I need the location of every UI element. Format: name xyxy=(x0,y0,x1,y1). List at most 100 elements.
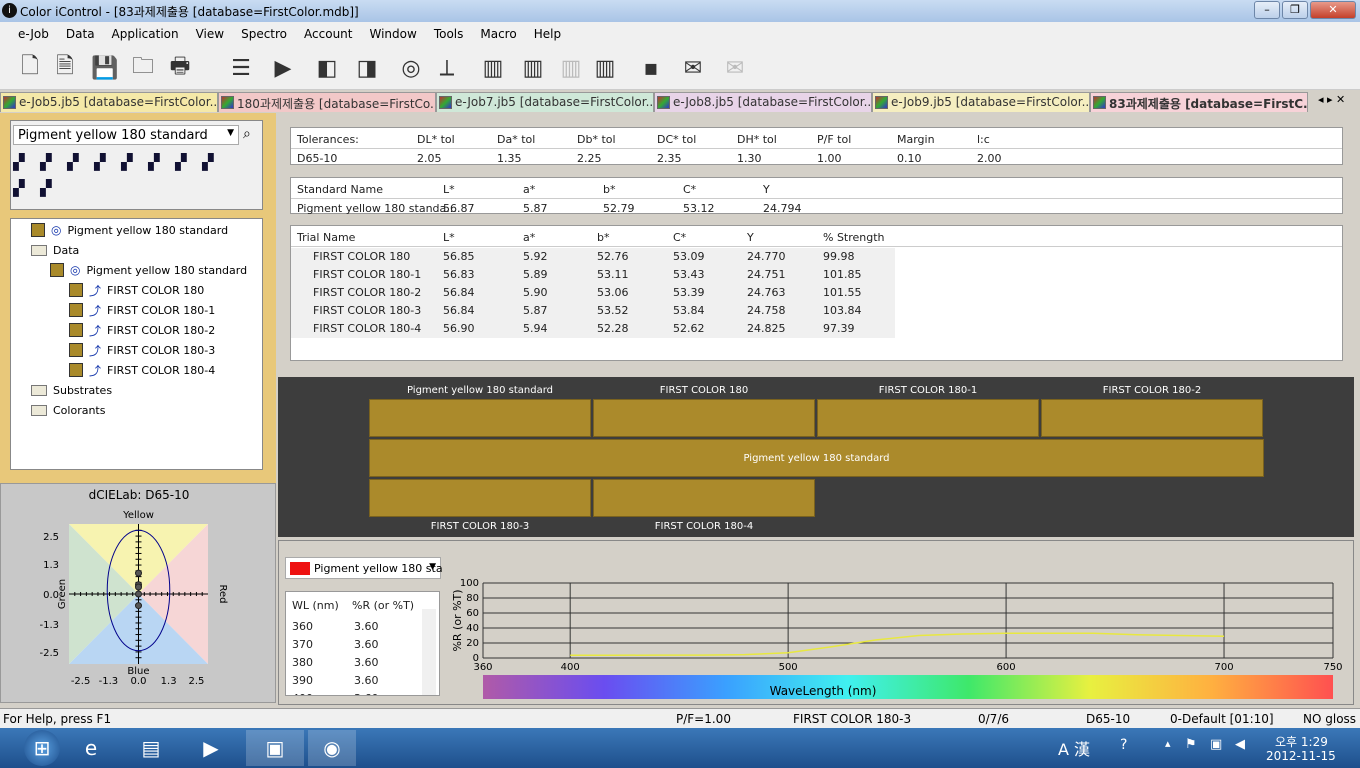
volume-icon[interactable]: ◀ xyxy=(1235,737,1245,752)
standard-dropdown[interactable]: Pigment yellow 180 standard ▼ xyxy=(13,125,239,145)
ie-icon[interactable]: e xyxy=(66,730,116,766)
menu-macro[interactable]: Macro xyxy=(480,27,516,41)
network-icon[interactable]: ▣ xyxy=(1210,737,1222,752)
target-measure-icon[interactable]: ◎ xyxy=(396,52,426,84)
media-player-icon[interactable]: ▶ xyxy=(186,730,236,766)
swatch-3[interactable] xyxy=(1041,399,1263,437)
folders-icon[interactable]: 🗀 xyxy=(128,52,158,84)
mail-icon[interactable]: ✉ xyxy=(678,52,708,84)
tree-item[interactable]: ⤴ FIRST COLOR 180-3 xyxy=(69,341,215,359)
column-header[interactable]: P/F tol xyxy=(817,133,851,146)
table-row[interactable]: FIRST COLOR 180-2 56.84 5.90 53.06 53.39 24.7… xyxy=(291,284,895,302)
column-header[interactable]: Y xyxy=(747,231,754,244)
mail-disabled-icon[interactable]: ✉ xyxy=(720,52,750,84)
new-icon[interactable]: 🗋 xyxy=(15,52,45,84)
cabinet-import-icon[interactable]: ▥ xyxy=(518,52,548,84)
column-header[interactable]: a* xyxy=(523,231,535,244)
clock-time[interactable]: 오후 1:29 xyxy=(1275,733,1328,750)
column-header[interactable]: Standard Name xyxy=(297,183,383,196)
report-icon[interactable]: ☰ xyxy=(226,52,256,84)
column-header[interactable]: a* xyxy=(523,183,535,196)
table-row[interactable]: FIRST COLOR 180-1 56.83 5.89 53.11 53.43 24.7… xyxy=(291,266,895,284)
column-header[interactable]: Margin xyxy=(897,133,935,146)
table-row[interactable]: FIRST COLOR 180-3 56.84 5.87 53.52 53.84 24.7… xyxy=(291,302,895,320)
tree-item[interactable]: Data xyxy=(31,241,79,259)
tree-item[interactable]: ⤴ FIRST COLOR 180-2 xyxy=(69,321,215,339)
tab-5[interactable]: 83과제제출용 [database=FirstC... xyxy=(1090,92,1308,112)
binoculars-icon[interactable]: ⌕ xyxy=(243,126,251,142)
tab-scroll-arrows-icon[interactable]: ◂ ▸ ✕ xyxy=(1318,93,1345,106)
spectral-sample-dropdown[interactable]: Pigment yellow 180 sta ▼ xyxy=(285,557,443,579)
column-header[interactable]: DL* tol xyxy=(417,133,455,146)
column-header[interactable]: Trial Name xyxy=(297,231,355,244)
tree-item[interactable]: ◎ Pigment yellow 180 standard xyxy=(50,261,247,279)
standard-icon[interactable]: ◧ xyxy=(312,52,342,84)
explorer-icon[interactable]: ▤ xyxy=(126,730,176,766)
menu-application[interactable]: Application xyxy=(112,27,179,41)
cabinet-disabled-icon[interactable]: ▥ xyxy=(556,52,586,84)
app-task[interactable]: ◉ xyxy=(308,730,356,766)
tree-item[interactable]: ◎ Pigment yellow 180 standard xyxy=(31,221,228,239)
menu-help[interactable]: Help xyxy=(534,27,561,41)
table-row[interactable]: FIRST COLOR 180 56.85 5.92 52.76 53.09 24.770… xyxy=(291,248,895,266)
align-icon[interactable]: ▞ xyxy=(13,153,25,171)
app-icon[interactable]: i xyxy=(2,3,17,18)
ruler-measure-icon[interactable]: ⟂ xyxy=(432,52,462,84)
print-icon[interactable]: 🖶 xyxy=(165,52,195,84)
table-row[interactable]: FIRST COLOR 180-4 56.90 5.94 52.28 52.62 24.8… xyxy=(291,320,895,338)
menu-spectro[interactable]: Spectro xyxy=(241,27,287,41)
tab-1[interactable]: 180과제제출용 [database=FirstCo... xyxy=(218,92,436,112)
tile-icon[interactable]: ▪ xyxy=(636,52,666,84)
menu-window[interactable]: Window xyxy=(369,27,416,41)
column-header[interactable]: % Strength xyxy=(823,231,885,244)
table-row[interactable]: Pigment yellow 180 standa... 56.87 5.87 52.… xyxy=(291,200,895,218)
tab-4[interactable]: e-Job9.jb5 [database=FirstColor.... xyxy=(872,92,1090,112)
menu-view[interactable]: View xyxy=(196,27,224,41)
ime-indicator[interactable]: A 漢 xyxy=(1058,736,1090,760)
trial-icon[interactable]: ◨ xyxy=(352,52,382,84)
tree-item[interactable]: Substrates xyxy=(31,381,112,399)
swatch-bottom-0[interactable] xyxy=(369,479,591,517)
column-header[interactable]: L* xyxy=(443,183,455,196)
sort-icon[interactable]: ▞ xyxy=(148,153,160,171)
print-icon[interactable]: ▞ xyxy=(175,153,187,171)
column-header[interactable]: l:c xyxy=(977,133,990,146)
column-header[interactable]: C* xyxy=(673,231,686,244)
action-center-icon[interactable]: ⚑ xyxy=(1185,737,1197,752)
help-icon[interactable]: ? xyxy=(1120,737,1127,753)
column-header[interactable]: %R (or %T) xyxy=(352,599,414,612)
cabinet-icon[interactable]: ▥ xyxy=(478,52,508,84)
paste-new-icon[interactable]: ▞ xyxy=(40,179,52,197)
tree-item[interactable]: ⤴ FIRST COLOR 180 xyxy=(69,281,204,299)
tab-0[interactable]: e-Job5.jb5 [database=FirstColor.... xyxy=(0,92,218,112)
menu-account[interactable]: Account xyxy=(304,27,352,41)
open-icon[interactable]: 🗎 xyxy=(50,52,80,84)
add-trial-icon[interactable]: ▞ xyxy=(67,153,79,171)
tray-expand-icon[interactable]: ▴ xyxy=(1165,737,1171,750)
tab-3[interactable]: e-Job8.jb5 [database=FirstColor.... xyxy=(654,92,872,112)
column-header[interactable]: C* xyxy=(683,183,696,196)
menu-tools[interactable]: Tools xyxy=(434,27,464,41)
color-icontrol-task[interactable]: ▣ xyxy=(246,730,304,766)
column-header[interactable]: DH* tol xyxy=(737,133,777,146)
column-header[interactable]: L* xyxy=(443,231,455,244)
column-header[interactable]: Db* tol xyxy=(577,133,616,146)
close-button[interactable]: ✕ xyxy=(1310,1,1356,19)
swatch-bottom-1[interactable] xyxy=(593,479,815,517)
measure-icon[interactable]: ▞ xyxy=(121,153,133,171)
preview-icon[interactable]: ▶ xyxy=(268,52,298,84)
tree-item[interactable]: ⤴ FIRST COLOR 180-4 xyxy=(69,361,215,379)
column-header[interactable]: b* xyxy=(603,183,615,196)
swatch-2[interactable] xyxy=(817,399,1039,437)
tree-item[interactable]: Colorants xyxy=(31,401,105,419)
swatch-1[interactable] xyxy=(593,399,815,437)
menu-e-job[interactable]: e-Job xyxy=(18,27,49,41)
list-scrollbar[interactable] xyxy=(422,609,436,695)
table-row[interactable]: D65-10 2.05 1.35 2.25 2.35 1.30 1.00 0.10 2.00 xyxy=(291,150,1002,168)
swatch-0[interactable] xyxy=(369,399,591,437)
save-icon[interactable]: 💾 xyxy=(90,52,120,84)
start-button[interactable]: ⊞ xyxy=(24,730,60,766)
add-standard-icon[interactable]: ▞ xyxy=(40,153,52,171)
column-header[interactable]: Da* tol xyxy=(497,133,535,146)
cabinet-export-icon[interactable]: ▥ xyxy=(590,52,620,84)
